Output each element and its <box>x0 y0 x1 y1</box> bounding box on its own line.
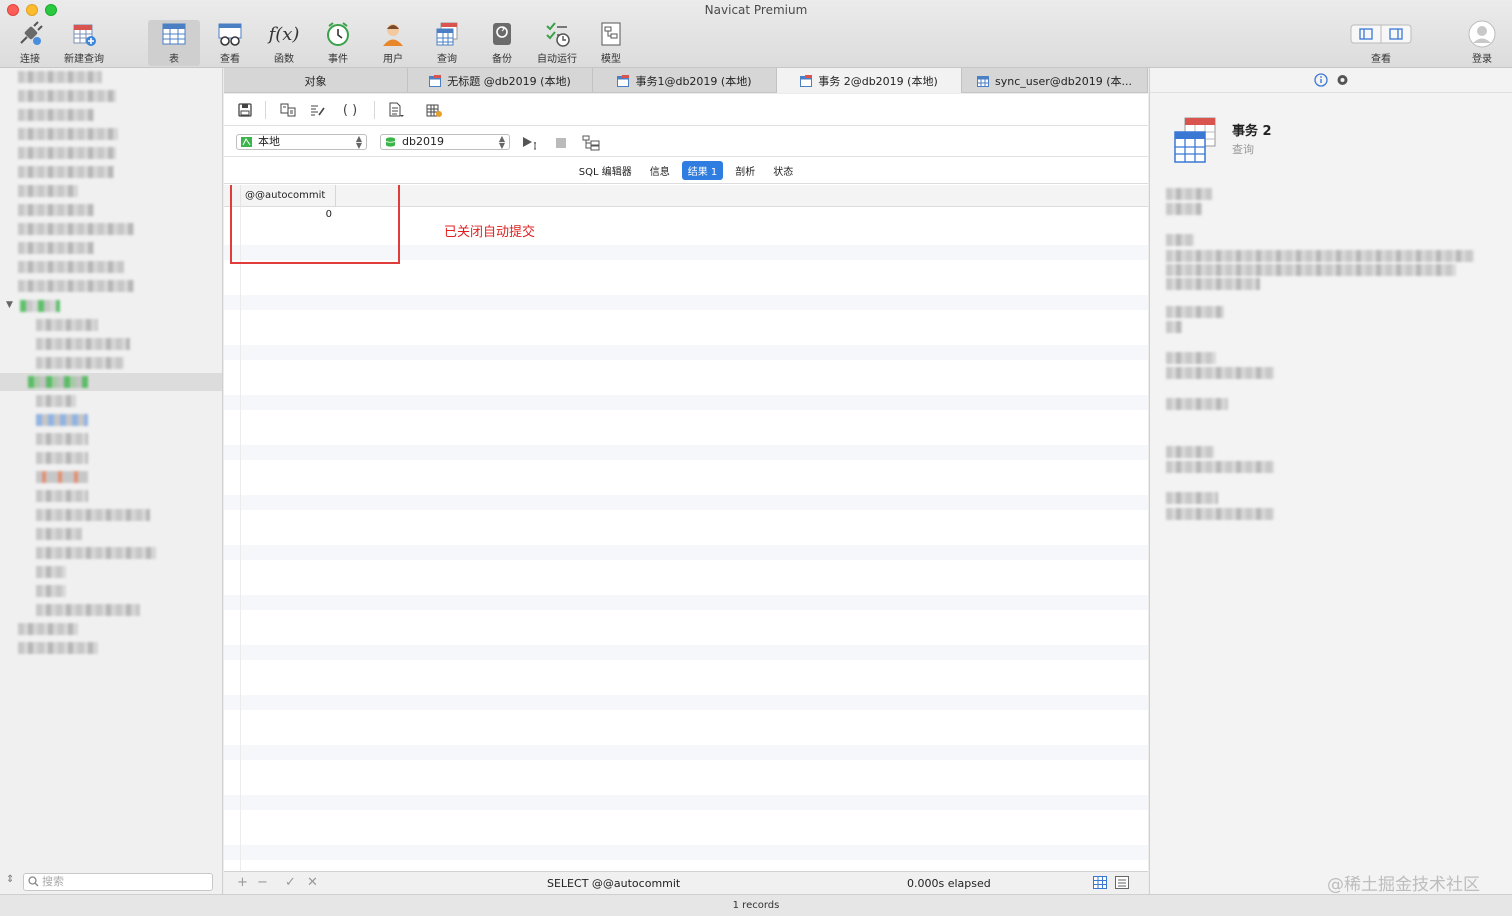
code-snippet-icon[interactable]: ( ) <box>342 102 358 118</box>
export-result-icon[interactable] <box>426 102 442 118</box>
tab-objects[interactable]: 对象 <box>224 68 408 93</box>
discard-changes-button[interactable]: ✕ <box>307 876 318 890</box>
stop-query-button[interactable] <box>556 138 566 148</box>
result-status-bar: + − ✓ ✕ SELECT @@autocommit 0.000s elaps… <box>224 871 1148 894</box>
explain-icon <box>582 135 600 151</box>
text-file-icon[interactable] <box>388 102 404 118</box>
tab-result-1[interactable]: 结果 1 <box>681 161 724 180</box>
query-tab-icon <box>800 74 813 87</box>
view-icon <box>216 20 244 48</box>
mysql-connection-icon <box>241 137 252 147</box>
new-query-icon <box>70 20 98 48</box>
connection-select[interactable]: 本地 ▲ ▼ <box>236 134 367 150</box>
select-arrows-icon: ▲ ▼ <box>355 134 362 150</box>
object-tree-sidebar[interactable]: ▼ ⇕ 搜索 <box>0 68 223 894</box>
grid-view-button[interactable] <box>1093 876 1107 892</box>
form-view-button[interactable] <box>1115 876 1129 892</box>
search-icon <box>28 876 39 892</box>
query-tab-icon <box>617 74 630 87</box>
result-subtabs: SQL 编辑器 信息 结果 1 剖析 状态 <box>224 158 1148 184</box>
model-button[interactable]: 模型 <box>585 20 637 66</box>
sidebar-toggle-icon <box>1350 20 1412 48</box>
tab-transaction-1[interactable]: 事务1@db2019 (本地) <box>593 68 777 93</box>
form-view-icon <box>1115 876 1129 889</box>
sidebar-search-input[interactable]: 搜索 <box>23 873 213 891</box>
document-tabs: 对象 无标题 @db2019 (本地) 事务1@db2019 (本地) 事务 2… <box>224 68 1148 93</box>
save-icon[interactable] <box>237 102 253 118</box>
tab-sync-user[interactable]: sync_user@db2019 (本... <box>962 68 1148 93</box>
info-panel-header <box>1150 68 1512 93</box>
tab-sql-editor[interactable]: SQL 编辑器 <box>573 161 638 180</box>
play-icon <box>523 137 536 150</box>
tab-status[interactable]: 状态 <box>767 161 799 180</box>
connect-button[interactable]: 连接 <box>4 20 56 66</box>
tab-untitled-query[interactable]: 无标题 @db2019 (本地) <box>408 68 593 93</box>
view-button[interactable]: 查看 <box>204 20 256 66</box>
annotation-text: 已关闭自动提交 <box>444 225 536 240</box>
database-select[interactable]: db2019 ▲ ▼ <box>380 134 510 150</box>
backup-icon <box>488 20 516 48</box>
beautify-sql-icon[interactable] <box>310 102 326 118</box>
clock-icon <box>324 20 352 48</box>
info-title: 事务 2 <box>1232 124 1272 139</box>
new-query-button[interactable]: 新建查询 <box>58 20 110 66</box>
query-tab-icon <box>429 74 442 87</box>
tab-transaction-2[interactable]: 事务 2@db2019 (本地) <box>777 68 962 93</box>
preview-eye-icon[interactable] <box>1336 74 1349 89</box>
table-button[interactable]: 表 <box>148 20 200 66</box>
grid-view-icon <box>1093 876 1107 889</box>
query-builder-icon[interactable] <box>280 102 296 118</box>
run-query-button[interactable] <box>522 136 542 153</box>
elapsed-time: 0.000s elapsed <box>907 877 991 890</box>
query-icon <box>433 20 461 48</box>
user-button[interactable]: 用户 <box>367 20 419 66</box>
add-record-button[interactable]: + <box>237 876 248 890</box>
login-button[interactable]: 登录 <box>1456 20 1508 66</box>
records-count: 1 records <box>0 894 1512 916</box>
account-icon <box>1468 20 1496 48</box>
highlight-box <box>230 185 400 264</box>
table-icon <box>160 20 188 48</box>
tab-info[interactable]: 信息 <box>644 161 676 180</box>
query-object-icon <box>1173 116 1219 167</box>
query-editor-panel: ( ) 本地 ▲ ▼ db2019 ▲ ▼ SQL 编辑器 信息 结果 1 剖析… <box>224 94 1148 871</box>
automation-icon <box>543 20 571 48</box>
backup-button[interactable]: 备份 <box>476 20 528 66</box>
window-title: Navicat Premium <box>704 3 808 17</box>
database-icon <box>385 137 396 147</box>
explain-button[interactable] <box>582 135 600 154</box>
tab-profile[interactable]: 剖析 <box>729 161 761 180</box>
title-bar: Navicat Premium 连接 新建查询 表 查看 f(x) 函数 事件 <box>0 0 1512 68</box>
info-icon[interactable] <box>1314 73 1328 90</box>
executed-sql-text: SELECT @@autocommit <box>547 877 681 890</box>
watermark-text: @稀土掘金技术社区 <box>1327 875 1480 895</box>
select-arrows-icon: ▲ ▼ <box>498 134 505 150</box>
function-icon: f(x) <box>268 23 300 45</box>
delete-record-button[interactable]: − <box>257 876 268 890</box>
model-icon <box>597 20 625 48</box>
user-icon <box>379 20 407 48</box>
result-grid[interactable]: @@autocommit 0 已关闭自动提交 <box>224 185 1148 871</box>
info-panel: 事务 2 查询 <box>1149 68 1512 894</box>
event-button[interactable]: 事件 <box>312 20 364 66</box>
table-tab-icon <box>977 75 989 87</box>
view-toggle-group[interactable]: 查看 <box>1346 20 1416 66</box>
plug-icon <box>16 20 44 48</box>
connection-selectors: 本地 ▲ ▼ db2019 ▲ ▼ <box>224 127 1148 157</box>
info-subtitle: 查询 <box>1232 143 1254 156</box>
expand-triangle-icon[interactable]: ▼ <box>6 300 13 310</box>
query-button[interactable]: 查询 <box>421 20 473 66</box>
apply-changes-button[interactable]: ✓ <box>285 876 296 890</box>
sort-updown-icon[interactable]: ⇕ <box>6 874 14 885</box>
function-button[interactable]: f(x) 函数 <box>258 20 310 66</box>
automation-button[interactable]: 自动运行 <box>531 20 583 66</box>
query-toolbar: ( ) <box>224 94 1148 126</box>
